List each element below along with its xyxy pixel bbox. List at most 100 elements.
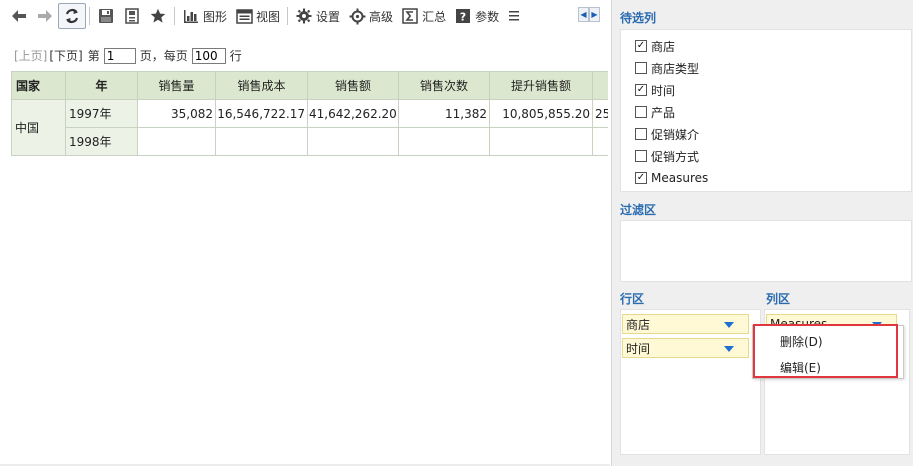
checkbox-checked[interactable]: ✓ bbox=[635, 40, 647, 52]
table-cell bbox=[137, 127, 216, 156]
row-field-time[interactable]: 时间 bbox=[622, 338, 749, 358]
dropdown-arrow-icon[interactable] bbox=[724, 322, 734, 328]
column-area-title: 列区 bbox=[766, 292, 791, 306]
advanced-button[interactable]: 高级 bbox=[344, 3, 397, 29]
table-cell: 11,382 bbox=[398, 99, 490, 128]
settings-button[interactable]: 设置 bbox=[291, 3, 344, 29]
row-area-title: 行区 bbox=[620, 292, 645, 306]
table-cell bbox=[398, 127, 490, 156]
checkbox[interactable] bbox=[635, 62, 647, 74]
table-cell bbox=[592, 127, 608, 156]
pivot-table: 国家 年 销售量 销售成本 销售额 销售次数 提升销售额 中国 1997年 35… bbox=[11, 71, 608, 156]
candidate-columns-title: 待选列 bbox=[620, 11, 657, 25]
checkbox[interactable] bbox=[635, 150, 647, 162]
table-cell bbox=[215, 127, 308, 156]
menu-item-delete[interactable]: 删除(D) bbox=[753, 328, 903, 354]
column-header[interactable]: 销售成本 bbox=[215, 71, 308, 100]
parameters-button[interactable]: ? 参数 bbox=[450, 3, 503, 29]
field-panel: 待选列 ✓ 商店 商店类型 ✓ 时间 产品 促销媒介 促销方式 ✓ Measur… bbox=[611, 0, 913, 466]
svg-text:?: ? bbox=[460, 11, 466, 24]
save-button[interactable] bbox=[93, 3, 119, 29]
year-cell: 1998年 bbox=[65, 127, 138, 156]
filter-area-title: 过滤区 bbox=[620, 203, 657, 217]
view-button[interactable]: 视图 bbox=[231, 3, 284, 29]
row-field-store[interactable]: 商店 bbox=[622, 314, 749, 334]
toolbar-separator bbox=[89, 7, 90, 25]
candidate-item-store[interactable]: ✓ 商店 bbox=[621, 35, 911, 57]
candidate-item-store-type[interactable]: 商店类型 bbox=[621, 57, 911, 79]
toolbar-scroll-right-button[interactable]: ▶ bbox=[589, 7, 600, 22]
forward-button[interactable] bbox=[32, 3, 58, 29]
candidate-item-label: 产品 bbox=[651, 105, 676, 120]
candidate-item-label: 促销媒介 bbox=[651, 127, 700, 142]
candidate-item-label: 商店类型 bbox=[651, 61, 700, 76]
page-number-input[interactable] bbox=[103, 47, 136, 64]
checkbox[interactable] bbox=[635, 128, 647, 140]
column-header[interactable] bbox=[592, 71, 608, 100]
candidate-item-time[interactable]: ✓ 时间 bbox=[621, 79, 911, 101]
save-as-button[interactable] bbox=[119, 3, 145, 29]
next-page-link[interactable]: [下页] bbox=[49, 47, 82, 64]
sigma-icon bbox=[401, 7, 419, 25]
back-button[interactable] bbox=[6, 3, 32, 29]
table-row: 中国 1997年 35,082 16,546,722.17 41,642,262… bbox=[11, 99, 608, 156]
candidate-item-product[interactable]: 产品 bbox=[621, 101, 911, 123]
star-icon bbox=[149, 7, 167, 25]
column-header[interactable]: 销售次数 bbox=[398, 71, 490, 100]
candidate-item-promo-type[interactable]: 促销方式 bbox=[621, 145, 911, 167]
column-header[interactable]: 国家 bbox=[11, 71, 66, 100]
arrow-left-icon bbox=[10, 7, 28, 25]
save-icon bbox=[97, 7, 115, 25]
advanced-button-label: 高级 bbox=[369, 9, 394, 24]
column-header[interactable]: 年 bbox=[65, 71, 138, 100]
save-as-icon bbox=[123, 7, 141, 25]
table-header-row: 国家 年 销售量 销售成本 销售额 销售次数 提升销售额 bbox=[11, 71, 608, 100]
row-field-label: 时间 bbox=[626, 341, 651, 356]
parameters-button-label: 参数 bbox=[475, 9, 500, 24]
filter-area[interactable] bbox=[620, 220, 912, 282]
column-header[interactable]: 提升销售额 bbox=[489, 71, 593, 100]
menu-item-edit[interactable]: 编辑(E) bbox=[753, 354, 903, 380]
candidate-item-promo-media[interactable]: 促销媒介 bbox=[621, 123, 911, 145]
chart-icon bbox=[182, 7, 200, 25]
favorite-button[interactable] bbox=[145, 3, 171, 29]
view-button-label: 视图 bbox=[256, 9, 281, 24]
arrow-right-icon bbox=[36, 7, 54, 25]
table-cell bbox=[489, 127, 593, 156]
toolbar-separator bbox=[174, 7, 175, 25]
more-button[interactable] bbox=[503, 3, 525, 29]
advanced-icon bbox=[348, 7, 366, 25]
gear-icon bbox=[295, 7, 313, 25]
refresh-button[interactable] bbox=[58, 3, 86, 29]
table-cell: 10,805,855.20 bbox=[489, 99, 593, 128]
checkbox-checked[interactable]: ✓ bbox=[635, 172, 647, 184]
column-header[interactable]: 销售量 bbox=[137, 71, 216, 100]
country-cell: 中国 bbox=[11, 99, 66, 156]
candidate-columns-list: ✓ 商店 商店类型 ✓ 时间 产品 促销媒介 促销方式 ✓ Measures bbox=[620, 29, 912, 192]
candidate-item-measures[interactable]: ✓ Measures bbox=[621, 167, 911, 189]
year-cell: 1997年 bbox=[65, 99, 138, 128]
summary-button[interactable]: 汇总 bbox=[397, 3, 450, 29]
page-suffix-label: 页，每页 bbox=[139, 49, 188, 63]
candidate-item-label: Measures bbox=[651, 171, 709, 185]
chart-button[interactable]: 图形 bbox=[178, 3, 231, 29]
checkbox[interactable] bbox=[635, 106, 647, 118]
toolbar-scroll-left-button[interactable]: ◀ bbox=[578, 7, 589, 22]
settings-button-label: 设置 bbox=[316, 9, 341, 24]
table-cell: 35,082 bbox=[137, 99, 216, 128]
table-row: 1998年 bbox=[12, 127, 608, 156]
more-icon bbox=[505, 7, 523, 25]
dropdown-arrow-icon[interactable] bbox=[724, 346, 734, 352]
table-cell: 25 bbox=[592, 99, 608, 128]
view-icon bbox=[235, 7, 253, 25]
page-size-input[interactable] bbox=[191, 47, 226, 64]
context-menu: 删除(D) 编辑(E) bbox=[752, 325, 904, 379]
toolbar: 图形 视图 设置 高级 汇总 ? 参数 ◀ ▶ bbox=[0, 0, 610, 32]
candidate-item-label: 时间 bbox=[651, 83, 676, 98]
summary-button-label: 汇总 bbox=[422, 9, 447, 24]
candidate-item-label: 促销方式 bbox=[651, 149, 700, 164]
candidate-item-label: 商店 bbox=[651, 39, 676, 54]
prev-page-link[interactable]: [上页] bbox=[14, 47, 47, 64]
checkbox-checked[interactable]: ✓ bbox=[635, 84, 647, 96]
column-header[interactable]: 销售额 bbox=[307, 71, 399, 100]
